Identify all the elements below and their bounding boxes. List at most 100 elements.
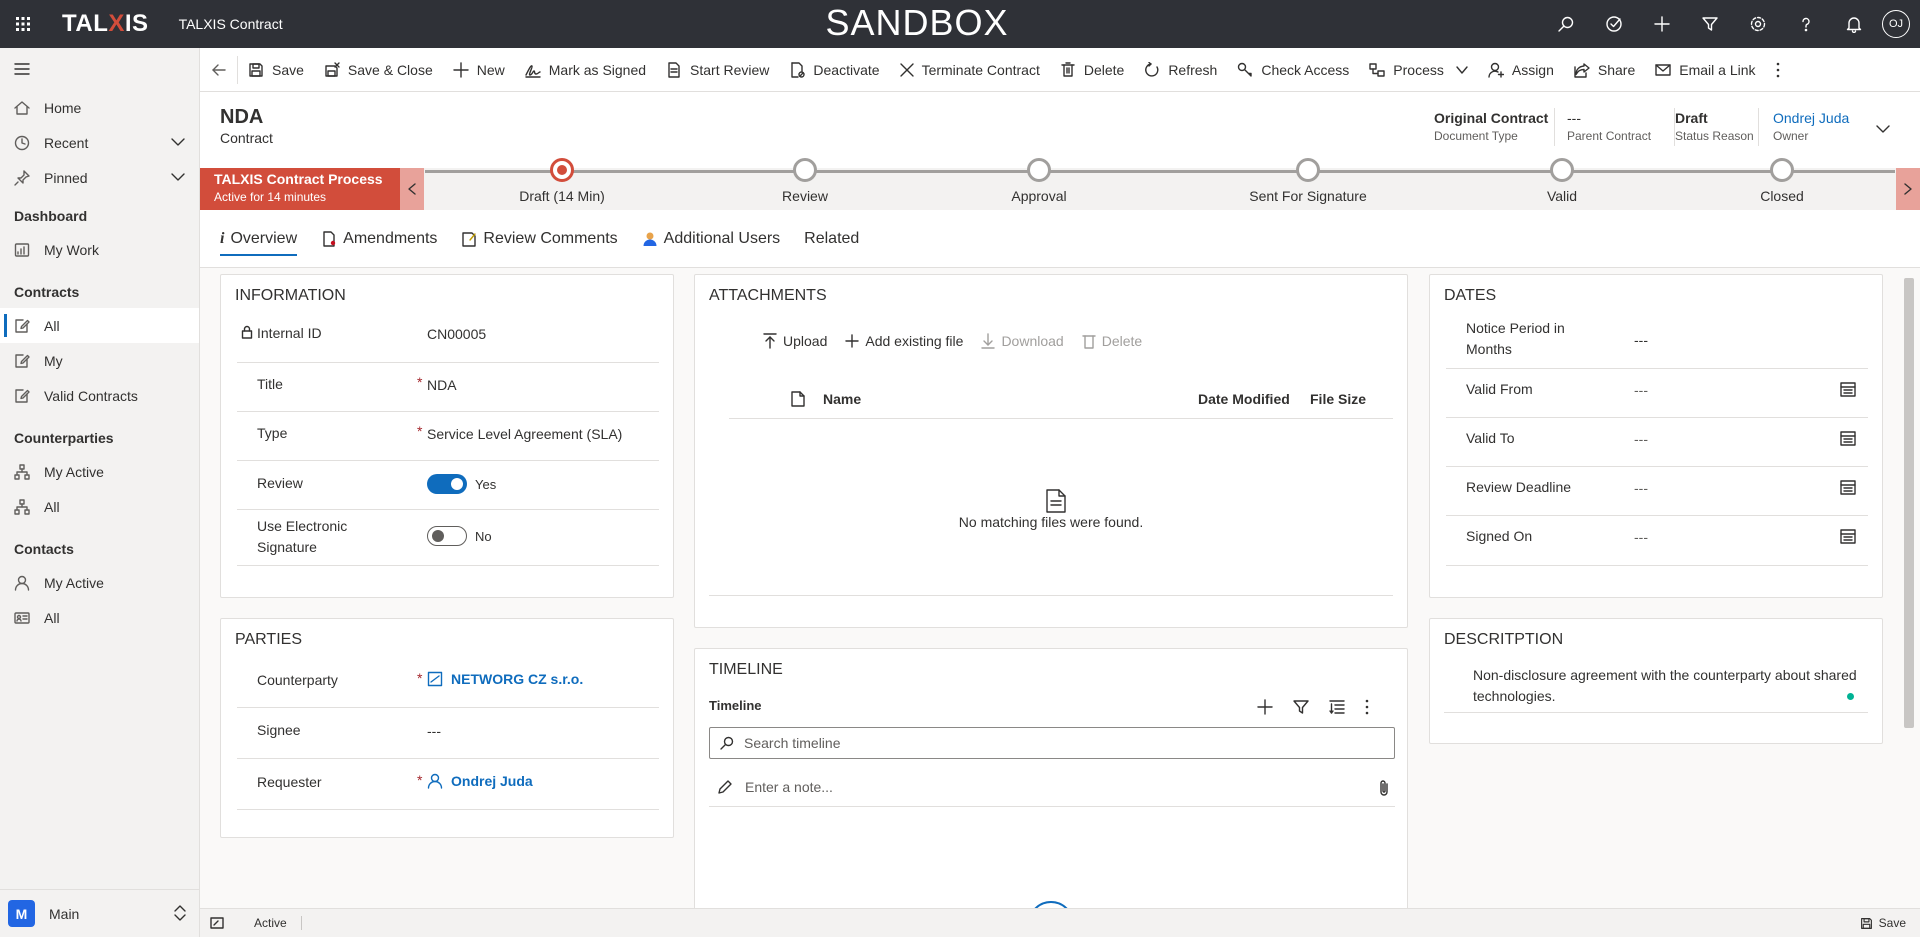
nav-contracts-all[interactable]: All [0, 308, 199, 343]
add-timeline-record-button[interactable] [1028, 901, 1074, 908]
bpf-process-flyout[interactable]: TALXIS Contract Process Active for 14 mi… [200, 168, 400, 210]
filter-icon[interactable] [1293, 699, 1309, 715]
calendar-icon[interactable] [1840, 430, 1856, 446]
signee-lookup[interactable]: --- [427, 723, 441, 739]
add-existing-file-button[interactable]: Add existing file [845, 333, 963, 349]
task-check-icon[interactable] [1590, 0, 1638, 48]
nav-counterparties-all[interactable]: All [0, 489, 199, 524]
bpf-prev-button[interactable] [400, 168, 424, 210]
parent-contract-value: --- [1567, 110, 1581, 126]
tab-related[interactable]: Related [804, 210, 859, 268]
terminate-contract-label: Terminate Contract [921, 61, 1040, 78]
refresh-button[interactable]: Refresh [1134, 48, 1227, 92]
deactivate-button[interactable]: Deactivate [779, 48, 889, 92]
nav-recent[interactable]: Recent [0, 125, 199, 160]
calendar-icon[interactable] [1840, 528, 1856, 544]
counterparty-lookup[interactable]: NETWORG CZ s.r.o. [427, 671, 583, 687]
owner-link[interactable]: Ondrej Juda [1773, 110, 1849, 126]
bpf-stage-sent-for-signature[interactable]: Sent For Signature [1228, 158, 1388, 204]
terminate-contract-button[interactable]: Terminate Contract [890, 48, 1050, 92]
status-save-button[interactable]: Save [1860, 916, 1906, 930]
chevron-down-icon[interactable] [171, 135, 185, 149]
more-options-icon[interactable] [1365, 699, 1369, 715]
column-file-size[interactable]: File Size [1310, 391, 1366, 407]
bpf-stage-draft[interactable]: Draft (14 Min) [482, 158, 642, 204]
type-select[interactable]: Service Level Agreement (SLA) [427, 426, 622, 442]
tab-additional-users[interactable]: Additional Users [642, 210, 780, 268]
chevron-down-icon[interactable] [171, 170, 185, 184]
column-name[interactable]: Name [823, 391, 861, 407]
tab-review-comments[interactable]: Review Comments [461, 210, 618, 268]
search-timeline-input[interactable]: Search timeline [709, 727, 1395, 759]
hamburger-menu-icon[interactable] [0, 48, 199, 90]
process-button[interactable]: Process [1359, 48, 1478, 92]
note-input[interactable]: Enter a note... [709, 767, 1395, 807]
nav-contracts-my[interactable]: My [0, 343, 199, 378]
delete-button[interactable]: Delete [1050, 48, 1134, 92]
assign-button[interactable]: Assign [1478, 48, 1564, 92]
nav-my-work[interactable]: My Work [0, 232, 199, 267]
review-toggle[interactable] [427, 474, 467, 494]
back-button[interactable] [200, 55, 238, 84]
new-record-icon[interactable] [1638, 0, 1686, 48]
bpf-stage-valid[interactable]: Valid [1482, 158, 1642, 204]
open-in-window-icon[interactable] [210, 917, 224, 929]
start-review-label: Start Review [690, 61, 770, 78]
area-switcher[interactable]: M Main [0, 889, 199, 937]
nav-home[interactable]: Home [0, 90, 199, 125]
header-expand-chevron-icon[interactable] [1876, 124, 1890, 134]
download-button[interactable]: Download [981, 333, 1064, 349]
valid-from-input[interactable]: --- [1634, 382, 1648, 398]
nav-counterparties-my-active[interactable]: My Active [0, 454, 199, 489]
attach-paperclip-icon[interactable] [1379, 779, 1389, 797]
new-button[interactable]: New [443, 48, 515, 92]
search-icon[interactable] [1542, 0, 1590, 48]
settings-gear-icon[interactable] [1734, 0, 1782, 48]
notifications-bell-icon[interactable] [1830, 0, 1878, 48]
user-avatar[interactable]: OJ [1882, 10, 1910, 38]
tab-overview[interactable]: i Overview [220, 210, 298, 268]
calendar-icon[interactable] [1840, 479, 1856, 495]
nav-contracts-my-label: My [44, 352, 63, 369]
add-timeline-icon[interactable] [1257, 699, 1273, 715]
share-button[interactable]: Share [1564, 48, 1645, 92]
notice-period-input[interactable]: --- [1634, 332, 1648, 348]
mark-as-signed-button[interactable]: Mark as Signed [515, 48, 656, 92]
start-review-button[interactable]: Start Review [656, 48, 779, 92]
save-close-button[interactable]: Save & Close [314, 48, 443, 92]
upload-button[interactable]: Upload [763, 333, 827, 349]
description-textarea[interactable]: Non-disclosure agreement with the counte… [1444, 659, 1868, 713]
more-commands-icon[interactable] [1766, 48, 1790, 92]
column-date-modified[interactable]: Date Modified [1198, 391, 1290, 407]
deactivate-icon [791, 61, 806, 78]
tab-amendments[interactable]: Amendments [321, 210, 437, 268]
form-scrollbar[interactable] [1904, 278, 1914, 728]
header-parent-contract: --- Parent Contract [1567, 110, 1651, 143]
help-icon[interactable] [1782, 0, 1830, 48]
account-icon [427, 671, 443, 687]
filter-icon[interactable] [1686, 0, 1734, 48]
bpf-next-button[interactable] [1896, 168, 1920, 210]
calendar-icon[interactable] [1840, 381, 1856, 397]
bpf-stage-review[interactable]: Review [725, 158, 885, 204]
bpf-stage-approval[interactable]: Approval [959, 158, 1119, 204]
delete-file-button[interactable]: Delete [1082, 333, 1142, 349]
save-button[interactable]: Save [238, 48, 314, 92]
nav-pinned[interactable]: Pinned [0, 160, 199, 195]
sort-list-icon[interactable] [1329, 699, 1345, 715]
valid-to-input[interactable]: --- [1634, 431, 1648, 447]
email-link-button[interactable]: Email a Link [1645, 48, 1765, 92]
review-deadline-input[interactable]: --- [1634, 480, 1648, 496]
bpf-stage-closed[interactable]: Closed [1702, 158, 1862, 204]
esign-toggle[interactable] [427, 526, 467, 546]
nav-contracts-valid[interactable]: Valid Contracts [0, 378, 199, 413]
upload-icon [763, 333, 777, 349]
nav-contacts-my-active[interactable]: My Active [0, 565, 199, 600]
description-section: DESCRITPTION Non-disclosure agreement wi… [1429, 618, 1883, 744]
requester-lookup[interactable]: Ondrej Juda [427, 773, 533, 789]
nav-contacts-all[interactable]: All [0, 600, 199, 635]
title-input[interactable]: NDA [427, 377, 457, 393]
check-access-button[interactable]: Check Access [1227, 48, 1359, 92]
signed-on-input[interactable]: --- [1634, 529, 1648, 545]
empty-document-icon [1046, 489, 1066, 513]
